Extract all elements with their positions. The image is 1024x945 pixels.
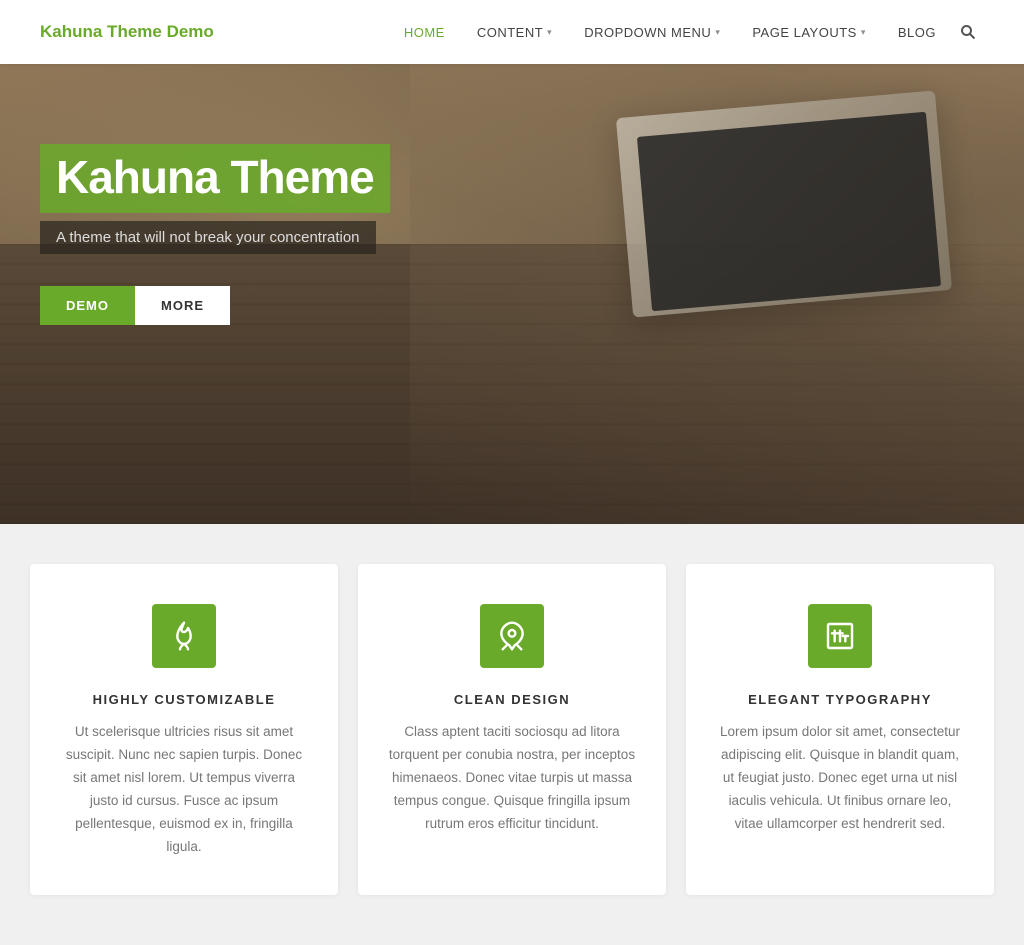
feature-desc-0: Ut scelerisque ultricies risus sit amet … [60, 721, 308, 859]
feature-card-0: HIGHLY CUSTOMIZABLE Ut scelerisque ultri… [30, 564, 338, 895]
typography-icon [824, 620, 856, 652]
nav-link-home[interactable]: HOME [388, 0, 461, 64]
flame-icon [168, 620, 200, 652]
feature-icon-box-2 [808, 604, 872, 668]
rocket-icon [496, 620, 528, 652]
hero-title-box: Kahuna Theme [40, 144, 390, 213]
feature-icon-box-1 [480, 604, 544, 668]
nav-item-search[interactable] [952, 0, 984, 64]
nav-link-layouts[interactable]: PAGE LAYOUTS ▾ [736, 0, 882, 64]
nav-item-layouts[interactable]: PAGE LAYOUTS ▾ [736, 0, 882, 64]
nav-link-blog[interactable]: BLOG [882, 0, 952, 64]
hero-section: Kahuna Theme A theme that will not break… [0, 64, 1024, 524]
nav-item-content[interactable]: CONTENT ▾ [461, 0, 568, 64]
feature-desc-2: Lorem ipsum dolor sit amet, consectetur … [716, 721, 964, 836]
feature-title-2: ELEGANT TYPOGRAPHY [716, 692, 964, 707]
search-icon [960, 24, 976, 40]
hero-subtitle-box: A theme that will not break your concent… [40, 221, 376, 254]
nav-link-content[interactable]: CONTENT ▾ [461, 0, 568, 64]
hero-buttons: DEMO MORE [40, 286, 390, 325]
nav-item-blog[interactable]: BLOG [882, 0, 952, 64]
feature-icon-box-0 [152, 604, 216, 668]
hero-content: Kahuna Theme A theme that will not break… [40, 144, 390, 325]
feature-desc-1: Class aptent taciti sociosqu ad litora t… [388, 721, 636, 836]
navbar: Kahuna Theme Demo HOME CONTENT ▾ DROPDOW… [0, 0, 1024, 64]
site-logo[interactable]: Kahuna Theme Demo [40, 22, 214, 42]
hero-title: Kahuna Theme [56, 152, 374, 203]
chevron-down-icon: ▾ [861, 27, 866, 38]
feature-title-0: HIGHLY CUSTOMIZABLE [60, 692, 308, 707]
nav-item-home[interactable]: HOME [388, 0, 461, 64]
feature-card-1: CLEAN DESIGN Class aptent taciti sociosq… [358, 564, 666, 895]
search-button[interactable] [952, 0, 984, 64]
features-section: HIGHLY CUSTOMIZABLE Ut scelerisque ultri… [0, 524, 1024, 945]
hero-subtitle: A theme that will not break your concent… [56, 229, 360, 246]
more-button[interactable]: MORE [135, 286, 230, 325]
feature-title-1: CLEAN DESIGN [388, 692, 636, 707]
nav-link-dropdown[interactable]: DROPDOWN MENU ▾ [568, 0, 736, 64]
laptop-screen [637, 112, 941, 312]
chevron-down-icon: ▾ [547, 27, 552, 38]
features-grid: HIGHLY CUSTOMIZABLE Ut scelerisque ultri… [30, 564, 994, 895]
chevron-down-icon: ▾ [715, 27, 720, 38]
nav-item-dropdown[interactable]: DROPDOWN MENU ▾ [568, 0, 736, 64]
main-nav: HOME CONTENT ▾ DROPDOWN MENU ▾ PAGE LAYO… [388, 0, 984, 64]
demo-button[interactable]: DEMO [40, 286, 135, 325]
feature-card-2: ELEGANT TYPOGRAPHY Lorem ipsum dolor sit… [686, 564, 994, 895]
